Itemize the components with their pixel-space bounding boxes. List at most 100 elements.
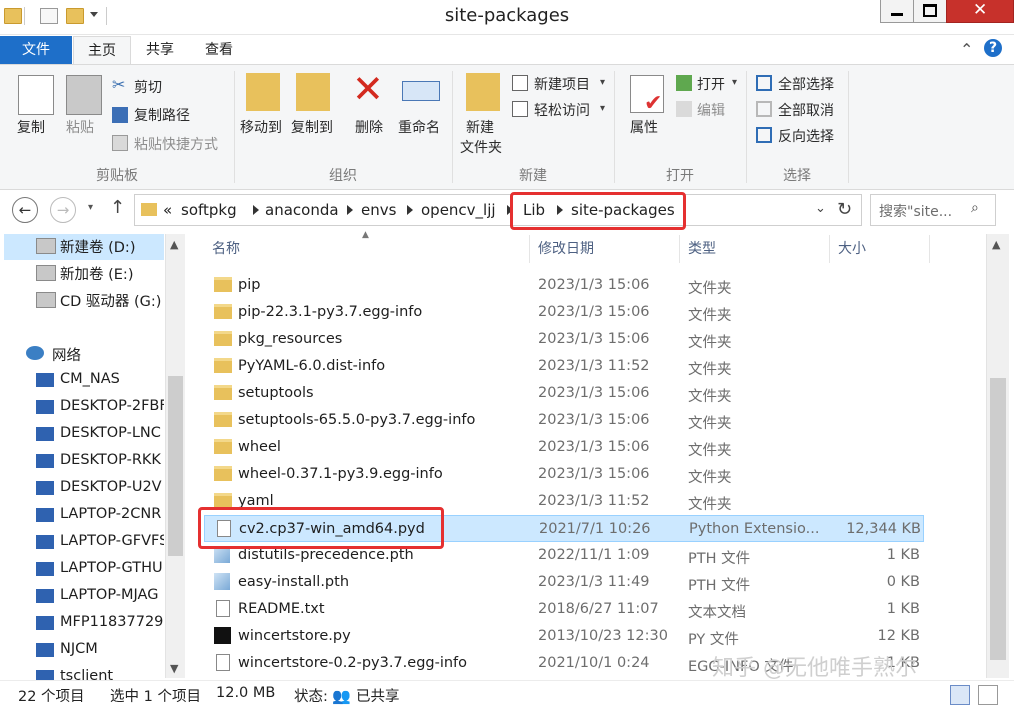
column-header-date[interactable]: 修改日期	[530, 235, 680, 263]
paste-button[interactable]: 粘贴	[66, 117, 94, 137]
cut-button[interactable]: 剪切	[134, 77, 162, 97]
table-row[interactable]: README.txt 2018/6/27 11:07 文本文档 1 KB	[204, 596, 924, 623]
chevron-right-icon[interactable]	[407, 205, 413, 215]
breadcrumb-item[interactable]: envs	[361, 201, 396, 219]
table-row[interactable]: pip 2023/1/3 15:06 文件夹	[204, 272, 924, 299]
nav-item[interactable]: MFP11837729	[60, 614, 164, 630]
nav-item[interactable]: LAPTOP-2CNR	[60, 506, 164, 522]
nav-scrollbar[interactable]: ▲ ▼	[165, 234, 185, 678]
help-icon[interactable]: ?	[984, 39, 1002, 57]
column-header-name[interactable]: 名称	[204, 235, 530, 263]
nav-item[interactable]: DESKTOP-RKK	[60, 452, 164, 468]
breadcrumb-item[interactable]: opencv_ljj	[421, 201, 496, 219]
chevron-right-icon[interactable]	[253, 205, 259, 215]
ribbon-tabs: 文件 主页 共享 查看 ⌃ ?	[0, 36, 1014, 65]
column-header-size[interactable]: 大小	[830, 235, 930, 263]
paste-shortcut-button[interactable]: 粘贴快捷方式	[134, 134, 218, 154]
nav-item[interactable]: CM_NAS	[60, 371, 164, 387]
nav-item[interactable]: 新加卷 (E:)	[60, 263, 164, 284]
tab-view[interactable]: 查看	[190, 36, 248, 64]
nav-item[interactable]: LAPTOP-GTHU	[60, 560, 164, 576]
invert-selection-button[interactable]: 反向选择	[778, 126, 834, 146]
nav-item[interactable]: DESKTOP-LNC	[60, 425, 164, 441]
address-bar[interactable]: « softpkg anaconda envs opencv_ljj Lib s…	[134, 194, 862, 226]
file-icon	[216, 654, 230, 671]
table-row[interactable]: setuptools-65.5.0-py3.7.egg-info 2023/1/3…	[204, 407, 924, 434]
nav-item[interactable]: LAPTOP-MJAG	[60, 587, 164, 603]
properties-button[interactable]: 属性	[630, 117, 658, 137]
new-folder-button-line1[interactable]: 新建	[466, 117, 494, 137]
select-all-button[interactable]: 全部选择	[778, 74, 834, 94]
details-view-icon[interactable]	[950, 685, 970, 705]
invert-selection-icon	[756, 127, 772, 143]
nav-item[interactable]: CD 驱动器 (G:)	[60, 290, 164, 311]
table-row[interactable]: easy-install.pth 2023/1/3 11:49 PTH 文件 0 KB	[204, 569, 924, 596]
nav-item[interactable]: LAPTOP-GFVFS	[60, 533, 164, 549]
forward-icon[interactable]: →	[50, 197, 76, 223]
nav-item[interactable]: 网络	[52, 344, 156, 365]
select-none-button[interactable]: 全部取消	[778, 100, 834, 120]
chevron-up-icon[interactable]: ▲	[170, 238, 178, 251]
nav-item[interactable]: DESKTOP-2FBF	[60, 398, 164, 414]
cell-type: 文件夹	[688, 416, 732, 432]
nav-item[interactable]: DESKTOP-U2V	[60, 479, 164, 495]
delete-button[interactable]: 删除	[355, 117, 383, 137]
tab-home[interactable]: 主页	[73, 36, 131, 65]
cell-date: 2023/1/3 15:06	[538, 385, 650, 401]
move-to-button[interactable]: 移动到	[240, 117, 282, 137]
open-icon	[676, 75, 692, 91]
nav-item[interactable]: 新建卷 (D:)	[60, 236, 164, 257]
cell-name: wincertstore-0.2-py3.7.egg-info	[238, 655, 468, 671]
tab-file[interactable]: 文件	[0, 36, 72, 64]
copy-path-icon	[112, 107, 128, 123]
scroll-thumb[interactable]	[990, 378, 1006, 660]
cell-date: 2023/1/3 15:06	[538, 439, 650, 455]
cell-name: wincertstore.py	[238, 628, 351, 644]
back-icon[interactable]: ←	[12, 197, 38, 223]
new-folder-button-line2[interactable]: 文件夹	[460, 137, 502, 157]
close-button[interactable]: ✕	[946, 0, 1014, 23]
chevron-right-icon[interactable]	[347, 205, 353, 215]
chevron-down-icon[interactable]: ▾	[88, 202, 93, 213]
maximize-button[interactable]	[913, 0, 947, 23]
nav-item[interactable]: NJCM	[60, 641, 164, 657]
easy-access-button[interactable]: 轻松访问	[534, 100, 590, 120]
large-icons-view-icon[interactable]	[978, 685, 998, 705]
new-item-button[interactable]: 新建项目	[534, 74, 590, 94]
tab-share[interactable]: 共享	[134, 36, 186, 64]
chevron-down-icon[interactable]: ▾	[600, 77, 605, 88]
chevron-up-icon[interactable]: ▲	[992, 238, 1000, 251]
search-icon[interactable]: ⌕	[971, 200, 979, 216]
breadcrumb-item[interactable]: anaconda	[265, 201, 339, 219]
scroll-thumb[interactable]	[168, 376, 183, 556]
chevron-down-icon[interactable]: ▾	[600, 103, 605, 114]
copy-to-button[interactable]: 复制到	[291, 117, 333, 137]
table-row[interactable]: PyYAML-6.0.dist-info 2023/1/3 11:52 文件夹	[204, 353, 924, 380]
open-button[interactable]: 打开	[697, 74, 725, 94]
copy-button[interactable]: 复制	[17, 117, 45, 137]
window-title: site-packages	[444, 5, 570, 26]
table-row[interactable]: wheel 2023/1/3 15:06 文件夹	[204, 434, 924, 461]
chevron-down-icon[interactable]: ▼	[170, 662, 178, 675]
copy-path-button[interactable]: 复制路径	[134, 105, 190, 125]
breadcrumb-item[interactable]: softpkg	[181, 201, 237, 219]
rename-button[interactable]: 重命名	[398, 117, 440, 137]
edit-button[interactable]: 编辑	[697, 100, 725, 120]
content-scrollbar[interactable]: ▲	[986, 234, 1009, 678]
chevron-up-icon[interactable]: ⌃	[960, 40, 973, 59]
table-row[interactable]: wheel-0.37.1-py3.9.egg-info 2023/1/3 15:0…	[204, 461, 924, 488]
column-header-type[interactable]: 类型	[680, 235, 830, 263]
search-input[interactable]: 搜索"site... ⌕	[870, 194, 996, 226]
cell-type: Python Extensio...	[689, 521, 820, 537]
minimize-button[interactable]	[880, 0, 914, 23]
chevron-down-icon[interactable]: ⌄	[815, 201, 826, 216]
table-row[interactable]: pip-22.3.1-py3.7.egg-info 2023/1/3 15:06 文…	[204, 299, 924, 326]
table-row[interactable]: setuptools 2023/1/3 15:06 文件夹	[204, 380, 924, 407]
folder-icon	[214, 412, 232, 427]
refresh-icon[interactable]: ↻	[837, 199, 852, 220]
table-row[interactable]: pkg_resources 2023/1/3 15:06 文件夹	[204, 326, 924, 353]
up-arrow-icon[interactable]: ↑	[110, 197, 125, 218]
chevron-down-icon[interactable]: ▾	[732, 77, 737, 88]
breadcrumb-overflow[interactable]: «	[163, 201, 172, 219]
table-row[interactable]: wincertstore.py 2013/10/23 12:30 PY 文件 12 K…	[204, 623, 924, 650]
